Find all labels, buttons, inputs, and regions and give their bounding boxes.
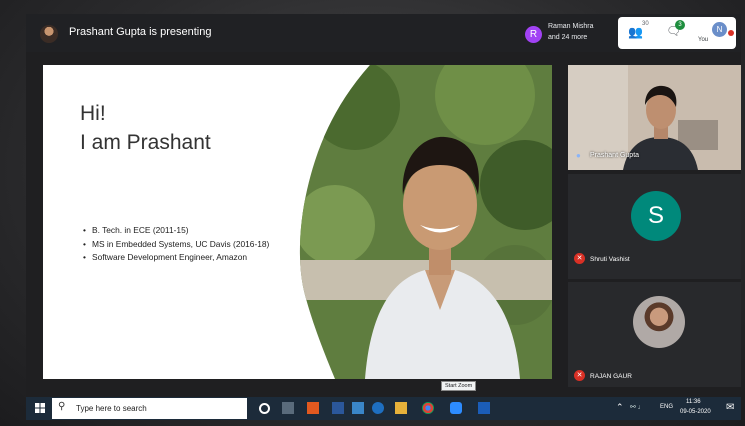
slide-bullet-list: B. Tech. in ECE (2011-15) MS in Embedded… bbox=[83, 225, 298, 266]
people-icon[interactable]: 👥 bbox=[628, 25, 643, 39]
mic-off-icon: ✕ bbox=[574, 253, 585, 264]
participant-avatar bbox=[633, 296, 685, 348]
meet-window: Prashant Gupta is presenting R Raman Mis… bbox=[26, 14, 741, 397]
presenter-avatar bbox=[40, 25, 58, 43]
you-avatar[interactable]: N bbox=[712, 22, 727, 37]
zoom-icon[interactable] bbox=[450, 402, 462, 414]
slide-bullet: Software Development Engineer, Amazon bbox=[83, 252, 298, 263]
people-count: 30 bbox=[642, 21, 649, 27]
taskbar-search-box[interactable]: ⚲ Type here to search bbox=[52, 398, 247, 419]
you-label: You bbox=[698, 37, 709, 43]
participants-summary-name[interactable]: Raman Mishra bbox=[548, 23, 594, 30]
presentation-slide: Hi! I am Prashant B. Tech. in ECE (2011-… bbox=[43, 65, 552, 379]
taskbar-tooltip: Start Zoom bbox=[441, 381, 477, 391]
status-dot bbox=[728, 30, 734, 36]
search-icon: ⚲ bbox=[58, 401, 66, 412]
meet-top-bar: Prashant Gupta is presenting R Raman Mis… bbox=[26, 14, 741, 52]
edge-icon[interactable] bbox=[372, 402, 384, 414]
slide-bullet: B. Tech. in ECE (2011-15) bbox=[83, 225, 298, 236]
mic-off-icon: ✕ bbox=[574, 370, 585, 381]
slide-title-line2: I am Prashant bbox=[80, 131, 211, 154]
presenter-photo bbox=[299, 65, 552, 379]
clock-time[interactable]: 11:36 bbox=[686, 399, 701, 405]
cortana-icon[interactable] bbox=[259, 403, 270, 414]
language-indicator[interactable]: ENG bbox=[660, 404, 673, 410]
slide-title-line1: Hi! bbox=[80, 102, 106, 125]
presenting-status: Prashant Gupta is presenting bbox=[69, 26, 212, 38]
slide-bullet: MS in Embedded Systems, UC Davis (2016-1… bbox=[83, 239, 298, 250]
word-icon[interactable] bbox=[478, 402, 490, 414]
participant-avatar[interactable]: R bbox=[525, 26, 542, 43]
app-icon[interactable] bbox=[307, 402, 319, 414]
chat-badge: 3 bbox=[675, 20, 685, 30]
participant-tile[interactable]: S ✕ Shruti Vashist bbox=[568, 174, 741, 279]
participant-tile[interactable]: ✕ RAJAN GAUR bbox=[568, 282, 741, 387]
participants-summary-more[interactable]: and 24 more bbox=[548, 34, 587, 41]
notification-icon[interactable]: ✉ bbox=[726, 402, 734, 413]
participant-tile-video[interactable]: ● Prashant Gupta bbox=[568, 65, 741, 170]
participant-name: Shruti Vashist bbox=[590, 256, 630, 263]
audio-level-icon: ● bbox=[576, 151, 581, 160]
search-input[interactable]: Type here to search bbox=[76, 404, 147, 413]
app-icon[interactable] bbox=[332, 402, 344, 414]
participant-name: RAJAN GAUR bbox=[590, 373, 632, 380]
task-view-icon[interactable] bbox=[282, 402, 294, 414]
tray-chevron-up-icon[interactable]: ⌃ bbox=[616, 402, 624, 413]
file-explorer-icon[interactable] bbox=[395, 402, 407, 414]
app-icon[interactable] bbox=[352, 402, 364, 414]
participant-name: Prashant Gupta bbox=[590, 152, 640, 159]
windows-taskbar: ⚲ Type here to search ⌃ ⚯ ♩ ENG 11:36 09… bbox=[26, 397, 741, 420]
meet-controls-box: 👥 30 🗨 3 You N bbox=[618, 17, 736, 49]
chrome-icon[interactable] bbox=[422, 402, 434, 414]
tray-system-icons[interactable]: ⚯ ♩ bbox=[630, 403, 645, 411]
participant-avatar: S bbox=[631, 191, 681, 241]
windows-start-icon[interactable] bbox=[35, 403, 45, 413]
clock-date[interactable]: 09-05-2020 bbox=[680, 409, 711, 415]
